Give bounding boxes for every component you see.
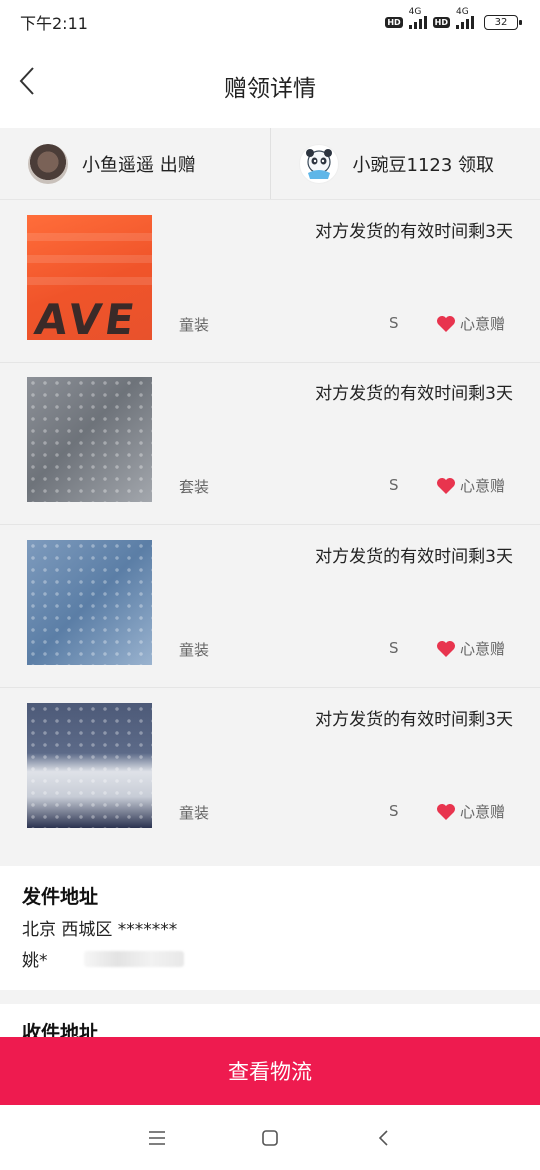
hd-icon: HD	[385, 16, 403, 28]
giver-info[interactable]: 小鱼遥遥 出赠	[0, 128, 270, 199]
menu-icon	[148, 1130, 165, 1145]
item-category: 童装	[179, 316, 210, 334]
item-tag: 心意赠	[436, 638, 505, 659]
view-logistics-button[interactable]: 查看物流	[0, 1037, 540, 1105]
item-size: S	[389, 639, 399, 657]
status-icons: HD 4G HD 4G 32	[385, 7, 522, 30]
list-item[interactable]: 对方发货的有效时间剩3天 童装 S 心意赠	[0, 689, 540, 851]
heart-icon	[437, 315, 455, 332]
item-note: 对方发货的有效时间剩3天	[315, 710, 513, 730]
item-size: S	[389, 476, 399, 494]
back-button[interactable]	[10, 64, 44, 98]
item-photo	[27, 377, 152, 502]
battery-icon: 32	[484, 14, 522, 30]
system-nav-bar	[0, 1105, 540, 1170]
heart-icon	[437, 477, 455, 494]
item-photo: AVE	[27, 215, 152, 340]
heart-icon	[437, 803, 455, 820]
page-title: 赠领详情	[224, 76, 316, 102]
avatar	[28, 143, 68, 184]
item-tag: 心意赠	[436, 801, 505, 822]
chevron-left-icon	[19, 67, 34, 95]
header: 赠领详情	[0, 44, 540, 128]
receiver-info[interactable]: 小豌豆1123 领取	[269, 128, 540, 199]
home-nav-button[interactable]	[250, 1118, 290, 1158]
item-category: 童装	[179, 641, 210, 659]
status-time: 下午2:11	[20, 14, 88, 33]
back-nav-button[interactable]	[363, 1118, 403, 1158]
heart-icon	[437, 640, 455, 657]
section-divider	[0, 990, 540, 1004]
receive-address-title: 收件地址	[22, 1022, 99, 1037]
item-photo	[27, 703, 152, 828]
list-item[interactable]: AVE 对方发货的有效时间剩3天 童装 S 心意赠	[0, 201, 540, 363]
item-size: S	[389, 314, 399, 332]
item-category: 童装	[179, 804, 210, 822]
avatar	[298, 143, 339, 184]
item-tag: 心意赠	[436, 475, 505, 496]
ship-address-section: 发件地址 北京 西城区 ******* 姚*	[0, 866, 540, 990]
receive-address-section: 收件地址	[0, 1004, 540, 1037]
status-bar: 下午2:11 HD 4G HD 4G 32	[0, 0, 540, 44]
item-note: 对方发货的有效时间剩3天	[315, 547, 513, 567]
item-note: 对方发货的有效时间剩3天	[315, 222, 513, 242]
item-note: 对方发货的有效时间剩3天	[315, 384, 513, 404]
item-photo	[27, 540, 152, 665]
ship-address-contact: 姚*	[22, 946, 518, 971]
parties-row: 小鱼遥遥 出赠 小豌豆1123 领取	[0, 128, 540, 200]
signal-icon: 4G	[456, 7, 474, 29]
ship-address-title: 发件地址	[22, 886, 99, 908]
list-item[interactable]: 对方发货的有效时间剩3天 童装 S 心意赠	[0, 526, 540, 688]
receiver-name: 小豌豆1123 领取	[352, 154, 495, 176]
ship-address-line: 北京 西城区 *******	[22, 920, 178, 940]
square-home-icon	[262, 1129, 278, 1146]
redacted-phone	[83, 950, 184, 967]
back-arrow-icon	[379, 1129, 388, 1146]
item-tag: 心意赠	[436, 313, 505, 334]
item-size: S	[389, 802, 399, 820]
giver-name: 小鱼遥遥 出赠	[82, 154, 196, 176]
item-category: 套装	[179, 478, 210, 496]
ship-address-name: 姚*	[22, 951, 48, 971]
panda-avatar-icon	[305, 148, 332, 179]
menu-nav-button[interactable]	[137, 1118, 177, 1158]
hd-icon: HD	[432, 16, 450, 28]
list-item[interactable]: 对方发货的有效时间剩3天 套装 S 心意赠	[0, 363, 540, 525]
signal-icon: 4G	[408, 7, 427, 29]
